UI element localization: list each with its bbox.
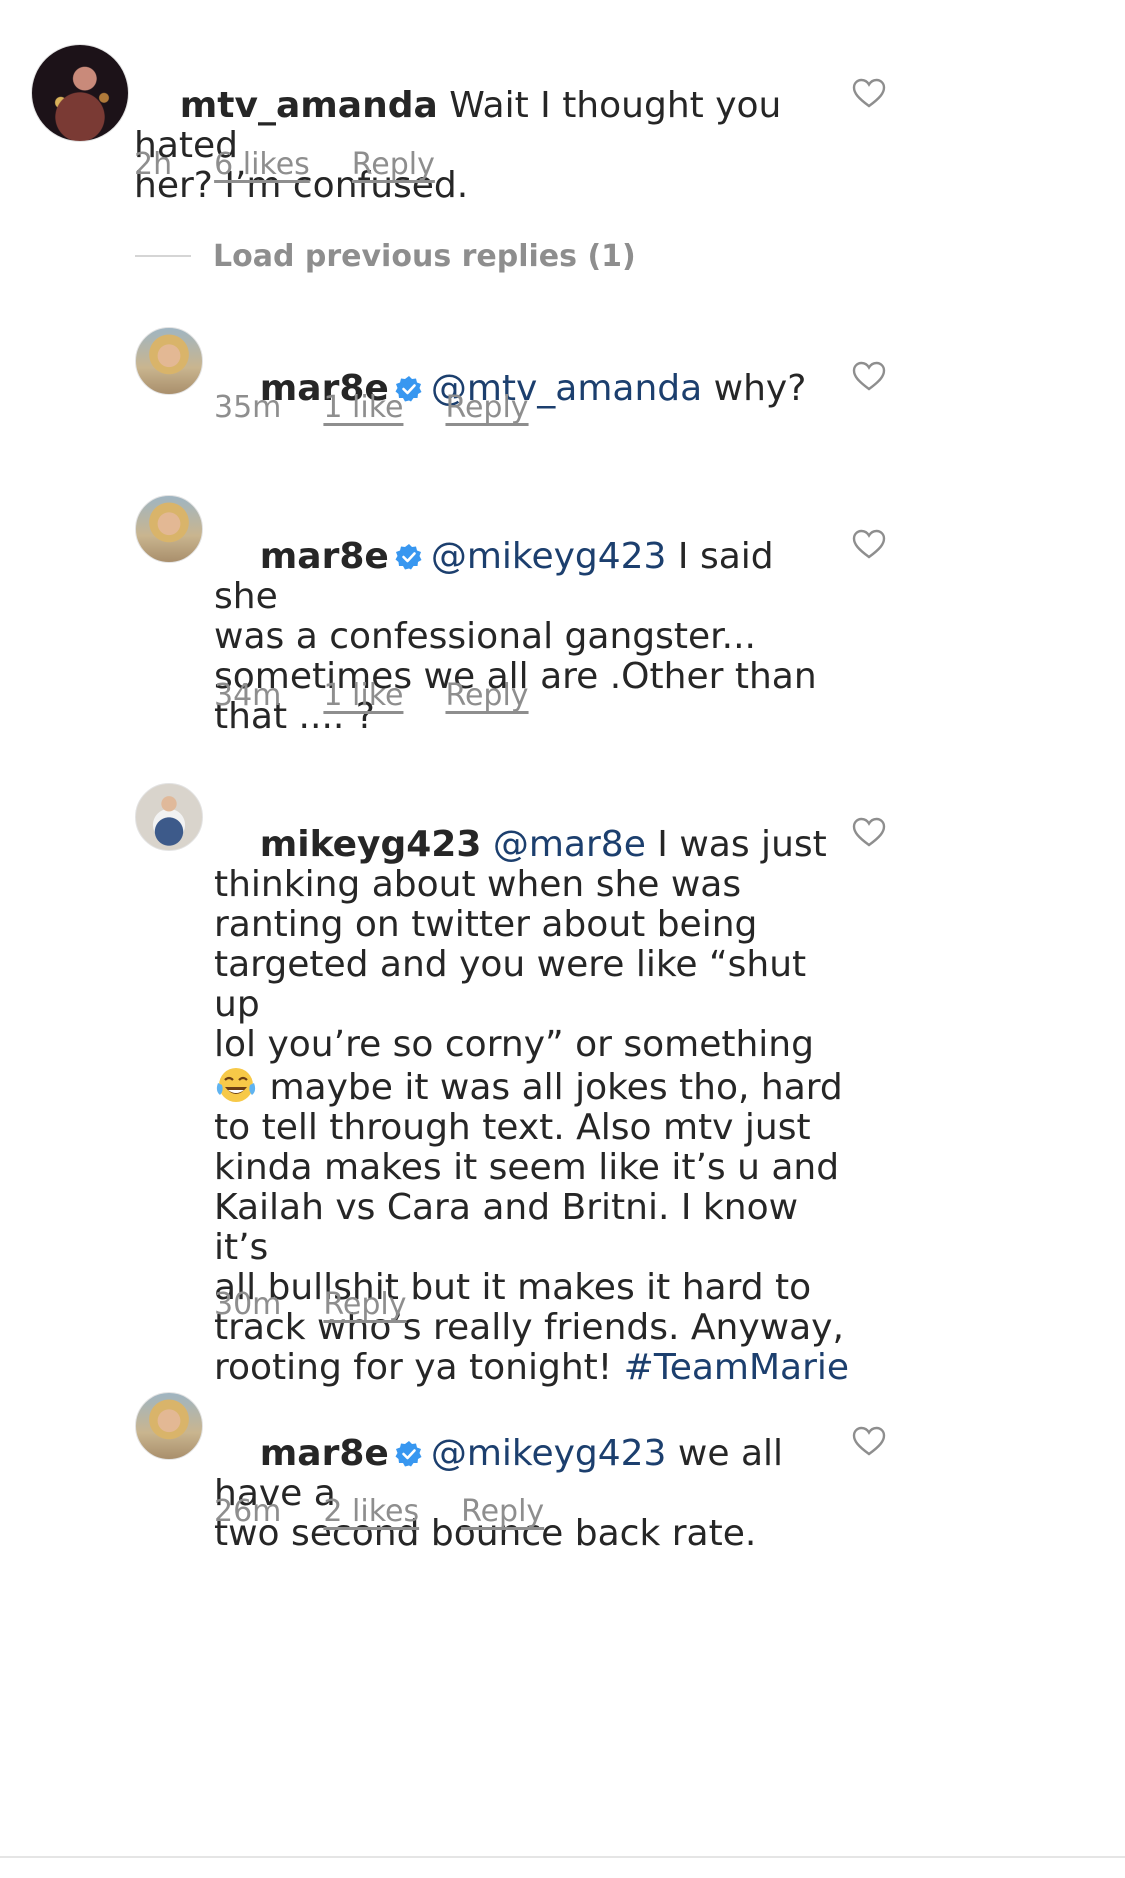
avatar[interactable] [135, 783, 203, 851]
timestamp: 2h [134, 147, 173, 182]
comment-text: mtv_amanda Wait I thought you hated her? … [134, 46, 834, 246]
comment-body-line: targeted and you were like “shut up [214, 944, 818, 1025]
reply-button[interactable]: Reply [323, 1287, 406, 1322]
comment-body-line: was a confessional gangster... [214, 616, 756, 657]
timestamp: 35m [214, 390, 282, 425]
mention-link[interactable]: @mikeyg423 [431, 536, 667, 577]
face-with-tears-of-joy-icon [216, 1068, 256, 1102]
likes-link[interactable]: 1 like [323, 390, 403, 425]
likes-link[interactable]: 2 likes [323, 1494, 419, 1529]
timestamp: 30m [214, 1287, 282, 1322]
heart-icon[interactable] [852, 1426, 886, 1456]
comment-body-line: ranting on twitter about being [214, 904, 758, 945]
divider [0, 1856, 1125, 1858]
comment-body-line: kinda makes it seem like it’s u and [214, 1147, 840, 1188]
avatar[interactable] [135, 327, 203, 395]
reply-button[interactable]: Reply [352, 147, 435, 182]
verified-badge-icon [395, 544, 422, 570]
comment-body-line: Kailah vs Cara and Britni. I know it’s [214, 1187, 810, 1268]
load-previous-replies[interactable]: Load previous replies (1) [135, 234, 636, 278]
comment-body-line: rooting for ya tonight! [214, 1347, 624, 1388]
divider-line [135, 255, 191, 257]
likes-link[interactable]: 1 like [323, 678, 403, 713]
comment-meta: 2h 6 likes Reply [134, 148, 477, 182]
reply-button[interactable]: Reply [445, 678, 528, 713]
username[interactable]: mtv_amanda [180, 85, 438, 126]
username[interactable]: mar8e [260, 536, 389, 577]
heart-icon[interactable] [852, 361, 886, 391]
timestamp: 26m [214, 1494, 282, 1529]
avatar[interactable] [135, 495, 203, 563]
reply-button[interactable]: Reply [461, 1494, 544, 1529]
comment-body-line: thinking about when she was [214, 864, 742, 905]
comment-body-line: lol you’re so corny” or something [214, 1024, 814, 1065]
mention-link[interactable]: @mikeyg423 [431, 1433, 667, 1474]
timestamp: 34m [214, 678, 282, 713]
verified-badge-icon [395, 1441, 422, 1467]
comment-meta: 26m 2 likes Reply [214, 1495, 586, 1529]
mention-link[interactable]: @mar8e [493, 824, 646, 865]
reply-button[interactable]: Reply [445, 390, 528, 425]
comment-body-line: maybe it was all jokes tho, hard [258, 1067, 843, 1108]
comment-text: mar8e @mtv_amanda why? [214, 329, 814, 449]
username[interactable]: mar8e [260, 1433, 389, 1474]
avatar[interactable] [135, 1392, 203, 1460]
comment-meta: 34m 1 like Reply [214, 679, 571, 713]
heart-icon[interactable] [852, 817, 886, 847]
hashtag-link[interactable]: #TeamMarie [624, 1347, 849, 1388]
comment-text: mar8e @mikeyg423 I said she was a confessi… [214, 497, 834, 777]
comment-meta: 30m Reply [214, 1288, 449, 1322]
avatar[interactable] [31, 44, 129, 142]
comment-body-line: to tell through text. Also mtv just [214, 1107, 811, 1148]
comment-body-line: I was just [657, 824, 827, 865]
username[interactable]: mikeyg423 [260, 824, 482, 865]
heart-icon[interactable] [852, 78, 886, 108]
load-previous-label[interactable]: Load previous replies (1) [213, 239, 636, 274]
comment-meta: 35m 1 like Reply [214, 391, 571, 425]
comment-body: why? [713, 368, 807, 409]
comments-screen: mtv_amanda Wait I thought you hated her? … [0, 0, 1125, 1878]
heart-icon[interactable] [852, 529, 886, 559]
comment-text: mikeyg423 @mar8e I was just thinking abou… [214, 785, 854, 1428]
likes-link[interactable]: 6 likes [214, 147, 310, 182]
